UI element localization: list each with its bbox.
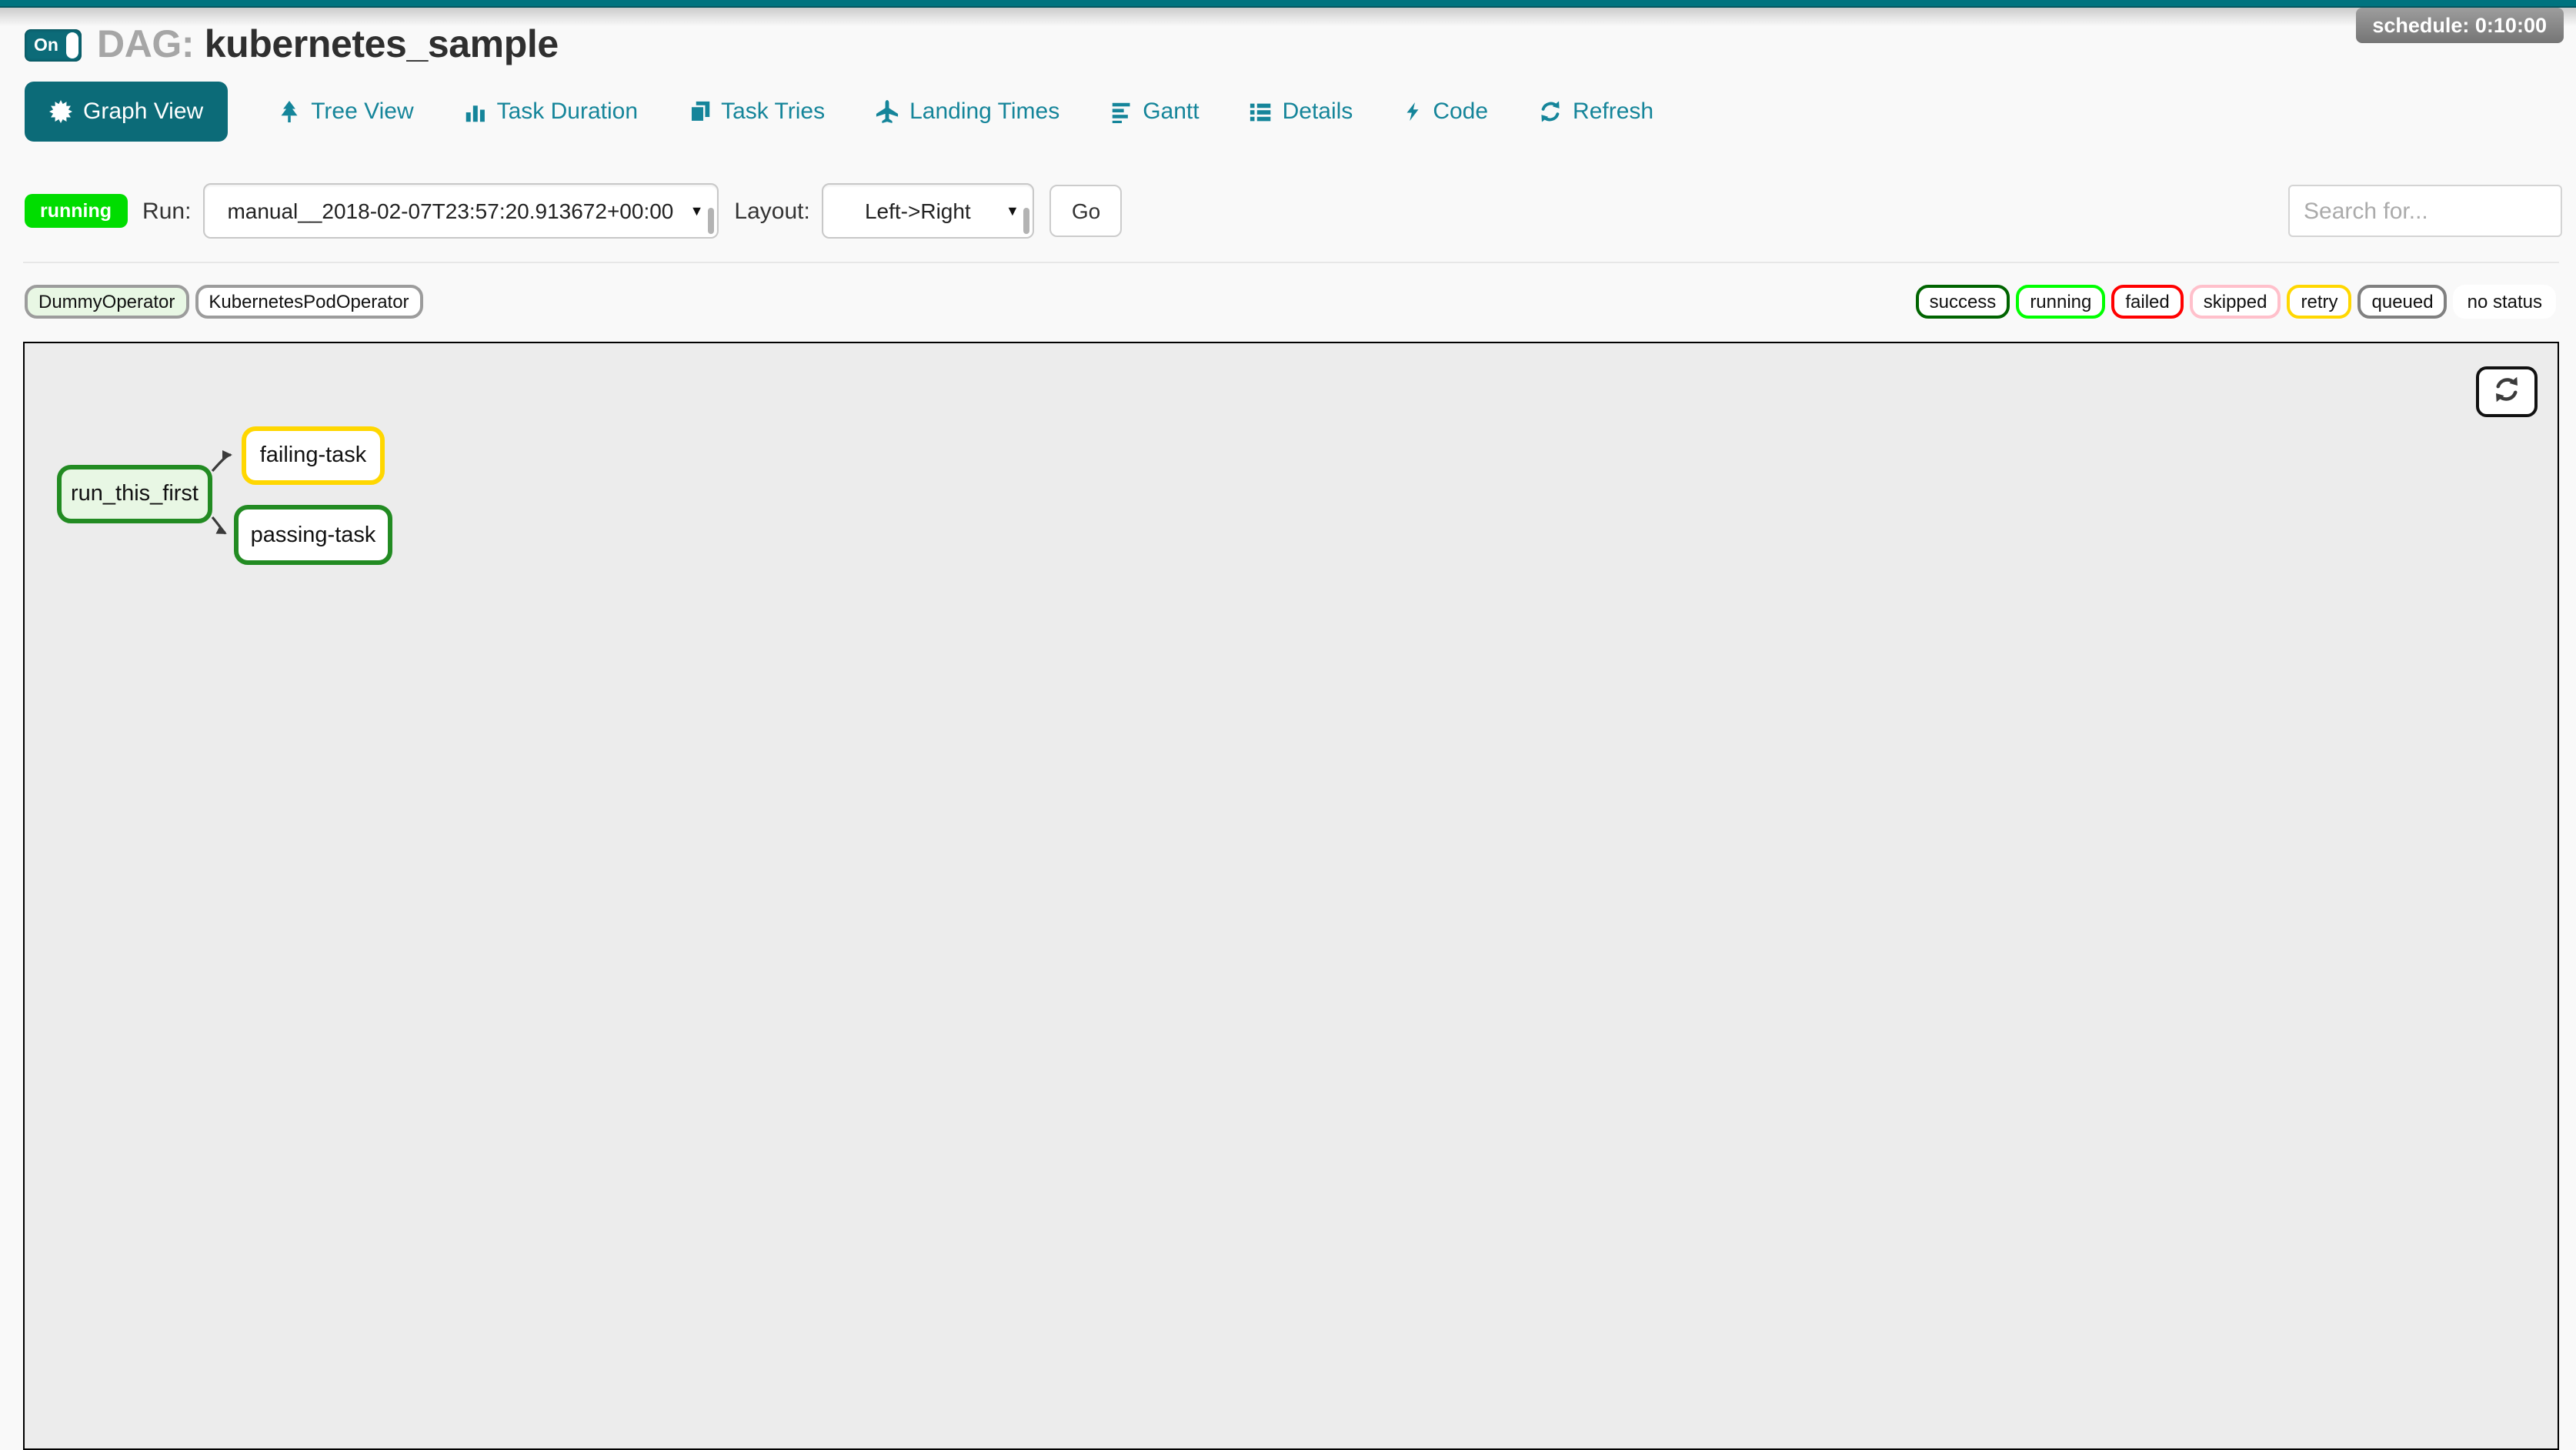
tab-details[interactable]: Details (1250, 99, 1353, 125)
dag-graph-canvas[interactable]: run_this_first failing-task passing-task (23, 342, 2559, 1450)
status-legend-no-status: no status (2454, 285, 2556, 319)
refresh-icon (2493, 376, 2521, 408)
tab-label: Tree View (311, 99, 413, 125)
tab-label: Task Duration (497, 99, 638, 125)
go-button[interactable]: Go (1050, 185, 1122, 237)
plane-icon (876, 100, 899, 123)
operator-legend: DummyOperator KubernetesPodOperator (25, 285, 423, 319)
tab-task-tries[interactable]: Task Tries (689, 99, 825, 125)
tab-label: Gantt (1143, 99, 1199, 125)
toggle-on-label: On (34, 36, 58, 55)
dag-on-toggle[interactable]: On (25, 29, 82, 62)
status-legend-retry: retry (2287, 285, 2352, 319)
status-legend-success: success (1916, 285, 2010, 319)
task-node-run-this-first[interactable]: run_this_first (57, 465, 212, 523)
tab-label: Details (1283, 99, 1353, 125)
tab-refresh[interactable]: Refresh (1539, 99, 1653, 125)
tab-graph-view[interactable]: Graph View (25, 82, 228, 142)
burst-icon (49, 100, 72, 123)
select-scroll-thumb (1024, 208, 1030, 234)
status-legend-skipped: skipped (2190, 285, 2281, 319)
view-tabs: Graph View Tree View Task Duration Task … (25, 82, 1653, 142)
tab-task-duration[interactable]: Task Duration (465, 99, 638, 125)
status-legend-queued: queued (2358, 285, 2448, 319)
list-icon (1250, 101, 1272, 122)
airflow-graph-view-page: On DAG: kubernetes_sample schedule: 0:10… (0, 0, 2576, 1430)
tab-landing-times[interactable]: Landing Times (876, 99, 1059, 125)
tree-icon (279, 100, 300, 123)
status-legend: success running failed skipped retry que… (1916, 285, 2556, 319)
refresh-icon (1539, 100, 1562, 123)
page-header: On DAG: kubernetes_sample (25, 23, 559, 68)
tab-label: Code (1433, 99, 1488, 125)
dag-prefix-label: DAG: (97, 23, 194, 66)
bolt-icon (1403, 100, 1422, 123)
divider (23, 262, 2559, 263)
tab-label: Refresh (1573, 99, 1653, 125)
layout-select[interactable]: Left->Right ▼ (823, 183, 1035, 239)
layout-label: Layout: (734, 198, 809, 224)
run-label: Run: (142, 198, 191, 224)
status-legend-failed: failed (2111, 285, 2183, 319)
tab-label: Task Tries (721, 99, 825, 125)
graph-refresh-button[interactable] (2476, 366, 2538, 417)
tab-label: Landing Times (909, 99, 1059, 125)
top-navbar-strip (0, 0, 2576, 8)
schedule-badge: schedule: 0:10:00 (2355, 8, 2564, 43)
task-node-passing-task[interactable]: passing-task (234, 505, 392, 565)
layout-select-value: Left->Right (846, 199, 1011, 223)
task-node-failing-task[interactable]: failing-task (242, 426, 385, 485)
operator-legend-dummy: DummyOperator (25, 285, 189, 319)
legend-row: DummyOperator KubernetesPodOperator succ… (25, 285, 2556, 319)
run-select-value: manual__2018-02-07T23:57:20.913672+00:00 (209, 199, 713, 223)
search-input[interactable] (2288, 185, 2562, 237)
chevron-down-icon: ▼ (690, 203, 704, 219)
operator-legend-kubernetespod: KubernetesPodOperator (195, 285, 422, 319)
chevron-down-icon: ▼ (1006, 203, 1019, 219)
tab-code[interactable]: Code (1403, 99, 1488, 125)
page-title: DAG: kubernetes_sample (97, 23, 559, 68)
run-select[interactable]: manual__2018-02-07T23:57:20.913672+00:00… (203, 183, 719, 239)
run-controls-bar: running Run: manual__2018-02-07T23:57:20… (25, 183, 2562, 239)
status-legend-running: running (2016, 285, 2105, 319)
dag-name: kubernetes_sample (205, 23, 559, 66)
tab-label: Graph View (83, 99, 203, 125)
bar-chart-icon (465, 101, 486, 122)
select-scroll-thumb (708, 208, 714, 234)
toggle-knob (66, 32, 78, 58)
tab-tree-view[interactable]: Tree View (279, 99, 413, 125)
align-left-icon (1110, 101, 1132, 122)
dag-run-status-badge: running (25, 194, 127, 228)
files-icon (689, 100, 710, 123)
tab-gantt[interactable]: Gantt (1110, 99, 1199, 125)
